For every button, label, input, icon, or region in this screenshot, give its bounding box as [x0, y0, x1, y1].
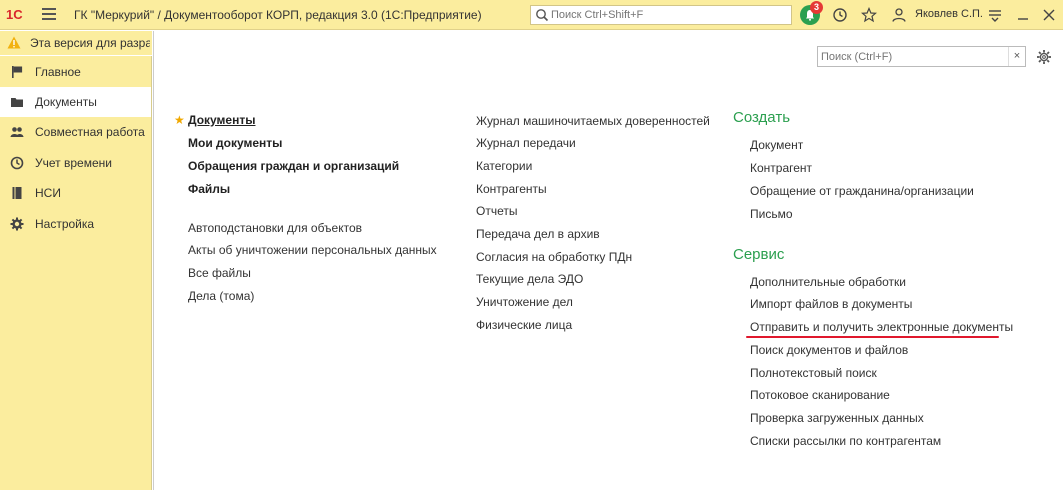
history-icon[interactable] — [832, 7, 848, 23]
clock-icon — [10, 156, 24, 170]
favorite-star-icon[interactable]: ★ — [174, 113, 185, 127]
section-content: × ★ Документы Мои документы Обращения гр… — [153, 31, 1063, 490]
sidebar-item-label: Главное — [35, 65, 81, 79]
global-search[interactable] — [530, 5, 792, 25]
highlight-underline — [746, 336, 999, 338]
link-categories[interactable]: Категории — [476, 159, 532, 173]
service-search-docs[interactable]: Поиск документов и файлов — [750, 343, 908, 357]
sidebar-item-reference-data[interactable]: НСИ — [0, 178, 151, 208]
user-icon[interactable] — [891, 7, 907, 23]
link-files[interactable]: Файлы — [188, 182, 230, 196]
notification-count-badge: 3 — [810, 1, 823, 14]
book-icon — [12, 187, 22, 199]
sections-panel: Главное Документы Совместная работа Учет… — [0, 56, 152, 490]
link-case-destruction[interactable]: Уничтожение дел — [476, 295, 573, 309]
app-logo: 1С — [6, 7, 23, 22]
link-poa-journal[interactable]: Журнал машиночитаемых доверенностей — [476, 114, 710, 128]
clear-search-button[interactable]: × — [1008, 47, 1025, 66]
service-send-receive-edocs[interactable]: Отправить и получить электронные докумен… — [750, 320, 1013, 334]
title-bar: 1С ГК "Меркурий" / Документооборот КОРП,… — [0, 0, 1063, 30]
sidebar-item-label: НСИ — [35, 186, 61, 200]
panel-settings-icon[interactable] — [1036, 49, 1052, 65]
service-mailing-lists[interactable]: Списки рассылки по контрагентам — [750, 434, 941, 448]
developer-version-warning: Эта версия для разрабо — [0, 31, 152, 55]
create-appeal[interactable]: Обращение от гражданина/организации — [750, 184, 974, 198]
star-icon[interactable] — [861, 7, 877, 23]
sidebar-item-main[interactable]: Главное — [0, 57, 151, 87]
window-title: ГК "Меркурий" / Документооборот КОРП, ре… — [74, 8, 482, 22]
link-destruction-acts[interactable]: Акты об уничтожении персональных данных — [188, 243, 437, 257]
sidebar-item-label: Совместная работа — [35, 125, 145, 139]
sidebar-item-time-tracking[interactable]: Учет времени — [0, 148, 151, 178]
service-extra-processing[interactable]: Дополнительные обработки — [750, 275, 906, 289]
service-fulltext-search[interactable]: Полнотекстовый поиск — [750, 366, 877, 380]
service-check-data[interactable]: Проверка загруженных данных — [750, 411, 924, 425]
section-title-create: Создать — [733, 109, 791, 126]
link-autosubstitutions[interactable]: Автоподстановки для объектов — [188, 221, 362, 235]
link-pd-consents[interactable]: Согласия на обработку ПДн — [476, 250, 632, 264]
sidebar-item-label: Настройка — [35, 217, 95, 231]
link-transfer-journal[interactable]: Журнал передачи — [476, 136, 576, 150]
sidebar-item-collaboration[interactable]: Совместная работа — [0, 117, 151, 147]
settings-menu-icon[interactable] — [987, 7, 1003, 23]
section-title-service: Сервис — [733, 246, 785, 263]
link-reports[interactable]: Отчеты — [476, 204, 517, 218]
link-documents[interactable]: Документы — [188, 113, 255, 127]
link-current-edo[interactable]: Текущие дела ЭДО — [476, 272, 583, 286]
flag-icon — [12, 66, 23, 78]
link-cases[interactable]: Дела (тома) — [188, 289, 254, 303]
gear-icon — [10, 217, 24, 231]
people-icon — [10, 127, 24, 137]
folder-icon — [11, 98, 23, 107]
link-citizen-appeals[interactable]: Обращения граждан и организаций — [188, 159, 399, 173]
menu-icon[interactable] — [42, 8, 56, 20]
service-import-files[interactable]: Импорт файлов в документы — [750, 297, 912, 311]
sidebar-item-label: Документы — [35, 95, 97, 109]
search-icon — [536, 9, 549, 22]
sidebar-item-documents[interactable]: Документы — [0, 87, 151, 117]
user-name[interactable]: Яковлев С.П. — [915, 8, 983, 20]
create-letter[interactable]: Письмо — [750, 207, 793, 221]
sidebar-item-label: Учет времени — [35, 156, 112, 170]
link-counterparties[interactable]: Контрагенты — [476, 182, 547, 196]
minimize-icon[interactable] — [1015, 7, 1031, 23]
section-search-input[interactable] — [821, 49, 1001, 64]
link-individuals[interactable]: Физические лица — [476, 318, 572, 332]
warning-text: Эта версия для разрабо — [30, 36, 150, 50]
close-icon[interactable] — [1041, 7, 1057, 23]
warning-icon — [7, 36, 21, 49]
link-all-files[interactable]: Все файлы — [188, 266, 251, 280]
create-counterparty[interactable]: Контрагент — [750, 161, 812, 175]
section-search[interactable]: × — [817, 46, 1026, 67]
link-archive-transfer[interactable]: Передача дел в архив — [476, 227, 600, 241]
global-search-input[interactable] — [551, 7, 787, 23]
service-stream-scanning[interactable]: Потоковое сканирование — [750, 388, 890, 402]
create-document[interactable]: Документ — [750, 138, 803, 152]
link-my-documents[interactable]: Мои документы — [188, 136, 282, 150]
sidebar-item-settings[interactable]: Настройка — [0, 209, 151, 239]
